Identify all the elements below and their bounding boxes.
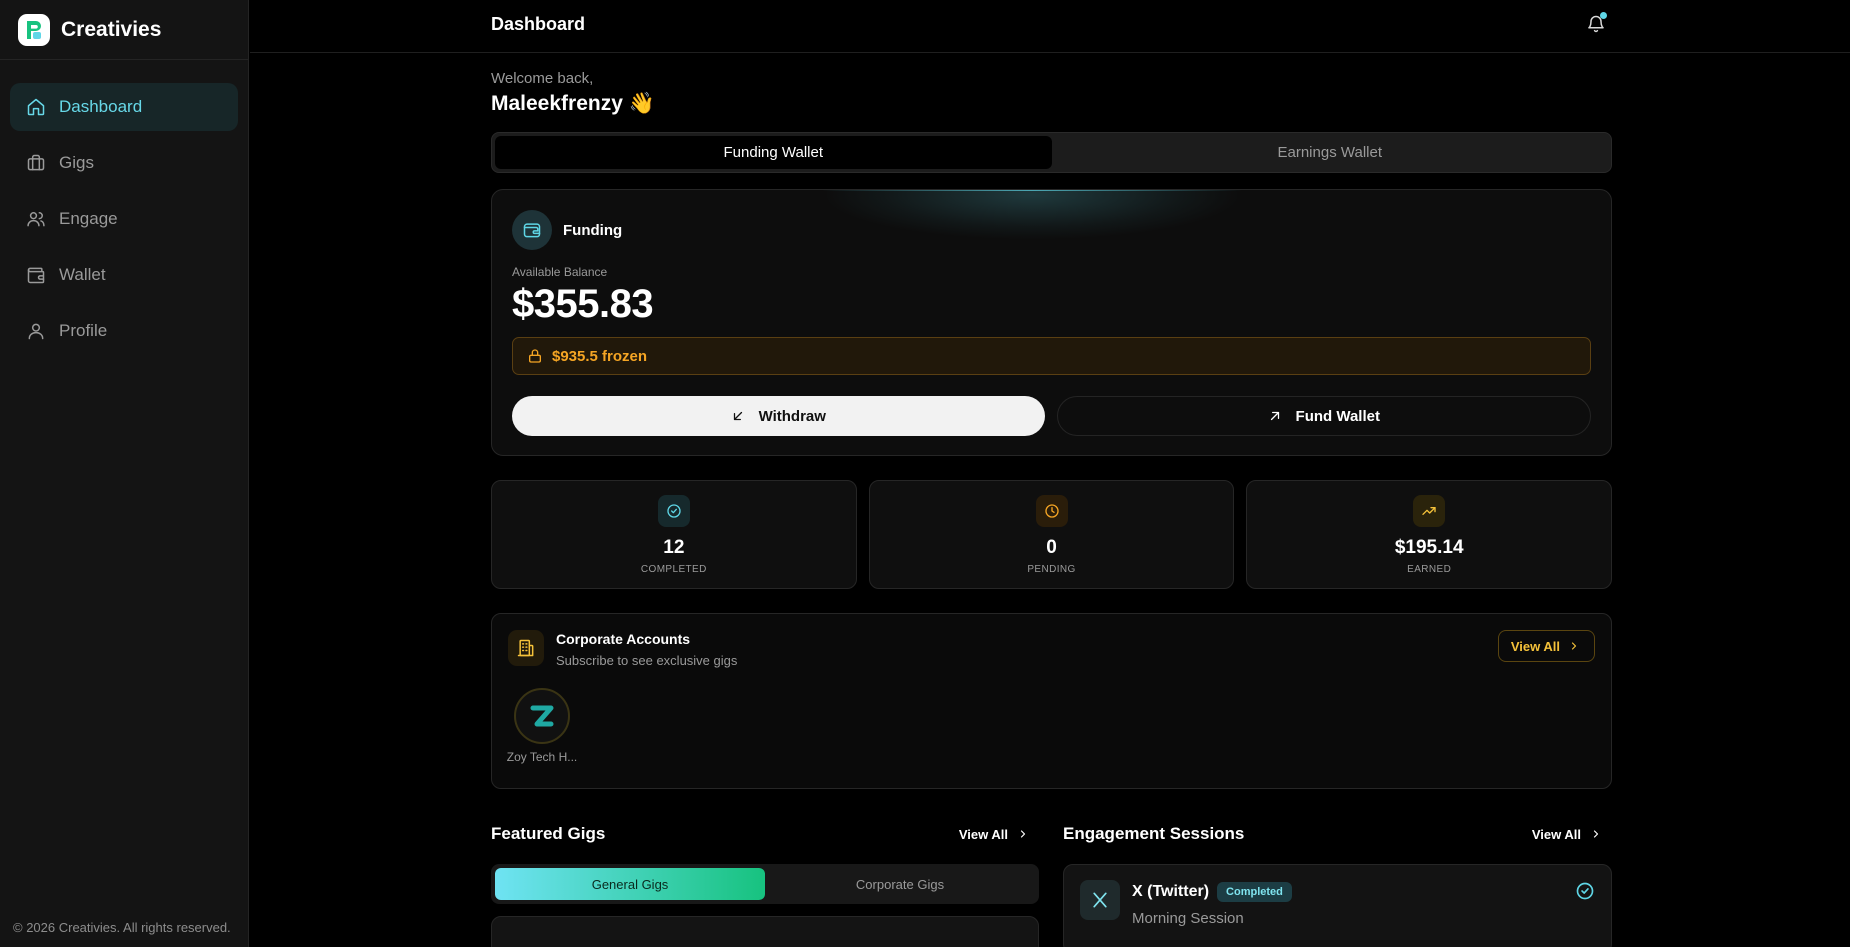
corporate-subtitle: Subscribe to see exclusive gigs [556,653,738,668]
check-circle-icon [657,495,690,527]
x-twitter-icon [1080,880,1120,920]
trending-up-icon [1413,495,1446,527]
status-badge: Completed [1217,882,1292,902]
gig-card[interactable] [491,916,1039,947]
stat-value: 12 [663,537,685,558]
username-text: Maleekfrenzy [491,92,623,115]
arrow-up-right-icon [1270,411,1279,421]
stat-pending: 0 PENDING [868,480,1235,589]
wallet-label: Funding [563,221,623,239]
arrow-down-left-icon [733,411,742,421]
withdraw-button[interactable]: Withdraw [512,396,1045,436]
frozen-banner: $935.5 frozen [512,337,1591,375]
corporate-avatar [514,688,570,744]
corporate-account-item[interactable]: Zoy Tech H... [507,688,577,764]
wallet-header: Funding [512,210,1591,250]
session-title-row: X (Twitter) Completed [1132,882,1292,902]
tab-general-gigs[interactable]: General Gigs [495,868,765,900]
stats-row: 12 COMPLETED 0 PENDING $195.14 EARNED [491,480,1613,589]
corporate-account-name: Zoy Tech H... [506,750,578,764]
engagement-session-card[interactable]: X (Twitter) Completed Morning Session [1063,864,1612,947]
sidebar-item-label: Gigs [59,153,94,172]
page-title: Dashboard [491,14,586,34]
corporate-title: Corporate Accounts [556,631,691,647]
featured-gigs-header: Featured Gigs View All [491,823,1039,845]
stat-label: EARNED [1407,564,1452,575]
stat-value: $195.14 [1394,537,1464,558]
corporate-view-all-button[interactable]: View All [1497,630,1595,662]
featured-gigs-section: Featured Gigs View All General Gigs Corp… [491,823,1039,947]
balance-amount: $355.83 [512,282,654,326]
clock-icon [1035,495,1068,527]
sidebar-item-engage[interactable]: Engage [10,195,238,243]
chevron-right-icon [1571,642,1577,650]
wallet-actions: Withdraw Fund Wallet [512,396,1591,436]
lock-icon [529,349,541,363]
engagement-title: Engagement Sessions [1063,824,1245,843]
session-platform: X (Twitter) [1132,883,1210,900]
fund-wallet-label: Fund Wallet [1295,407,1380,425]
sidebar-item-gigs[interactable]: Gigs [10,139,238,187]
building-icon [508,630,544,666]
sidebar-item-label: Dashboard [59,97,143,116]
stat-earned: $195.14 EARNED [1246,480,1613,589]
gig-tabs: General Gigs Corporate Gigs [491,864,1039,904]
brand[interactable]: Creativies [0,0,248,60]
topbar: Dashboard [250,0,1850,53]
fund-wallet-button[interactable]: Fund Wallet [1056,396,1591,436]
stat-label: PENDING [1027,564,1076,575]
tab-earnings-wallet[interactable]: Earnings Wallet [1052,136,1609,169]
session-name: Morning Session [1132,910,1244,927]
corporate-header: Corporate Accounts Subscribe to see excl… [508,630,1595,668]
sidebar-item-wallet[interactable]: Wallet [10,251,238,299]
main-content: Welcome back, Maleekfrenzy 👋 Funding Wal… [491,53,1613,947]
withdraw-label: Withdraw [758,407,826,425]
notification-dot [1600,12,1607,19]
sidebar-nav: Dashboard Gigs Engage Wallet Profile [0,60,248,355]
corporate-accounts-card: Corporate Accounts Subscribe to see excl… [491,613,1612,789]
featured-gigs-title: Featured Gigs [491,824,606,843]
card-glow-line [822,190,1242,191]
sidebar-item-label: Profile [59,321,108,340]
users-icon [27,212,45,227]
stat-completed: 12 COMPLETED [491,480,857,589]
user-icon [28,323,44,340]
chevron-right-icon [1020,830,1026,838]
brand-name: Creativies [61,17,162,41]
engagement-view-all-button[interactable]: View All [1532,827,1612,842]
sidebar-item-label: Engage [59,209,118,228]
sidebar-item-profile[interactable]: Profile [10,307,238,355]
sidebar-item-dashboard[interactable]: Dashboard [10,83,238,131]
bottom-sections: Featured Gigs View All General Gigs Corp… [491,823,1612,947]
wallet-tabs: Funding Wallet Earnings Wallet [491,132,1612,173]
view-all-label: View All [1510,638,1560,654]
welcome-text: Welcome back, [491,70,594,87]
available-balance-label: Available Balance [512,265,608,279]
check-circle-icon [1576,882,1594,900]
engagement-sessions-section: Engagement Sessions View All X (Twitter)… [1063,823,1612,947]
copyright: © 2026 Creativies. All rights reserved. [13,920,231,935]
corporate-text: Corporate Accounts Subscribe to see excl… [556,630,737,668]
stat-value: 0 [1046,537,1057,558]
engagement-header: Engagement Sessions View All [1063,823,1612,845]
view-all-label: View All [1531,826,1581,842]
featured-view-all-button[interactable]: View All [959,827,1039,842]
wave-emoji: 👋 [628,92,655,115]
frozen-amount: $935.5 frozen [552,347,648,365]
app-root: Creativies Dashboard Gigs Engage Wallet … [0,0,1850,947]
view-all-label: View All [958,826,1008,842]
wallet-icon [27,267,45,284]
sidebar-item-label: Wallet [59,265,106,284]
wallet-card: Funding Available Balance $355.83 $935.5… [491,189,1612,456]
briefcase-icon [27,154,45,171]
wallet-icon [512,210,552,250]
logo-icon [18,13,50,46]
chevron-right-icon [1593,830,1599,838]
tab-funding-wallet[interactable]: Funding Wallet [495,136,1052,169]
tab-corporate-gigs[interactable]: Corporate Gigs [765,868,1035,900]
home-icon [27,98,45,116]
username: Maleekfrenzy 👋 [491,92,1612,116]
stat-label: COMPLETED [640,564,707,575]
sidebar: Creativies Dashboard Gigs Engage Wallet … [0,0,249,947]
